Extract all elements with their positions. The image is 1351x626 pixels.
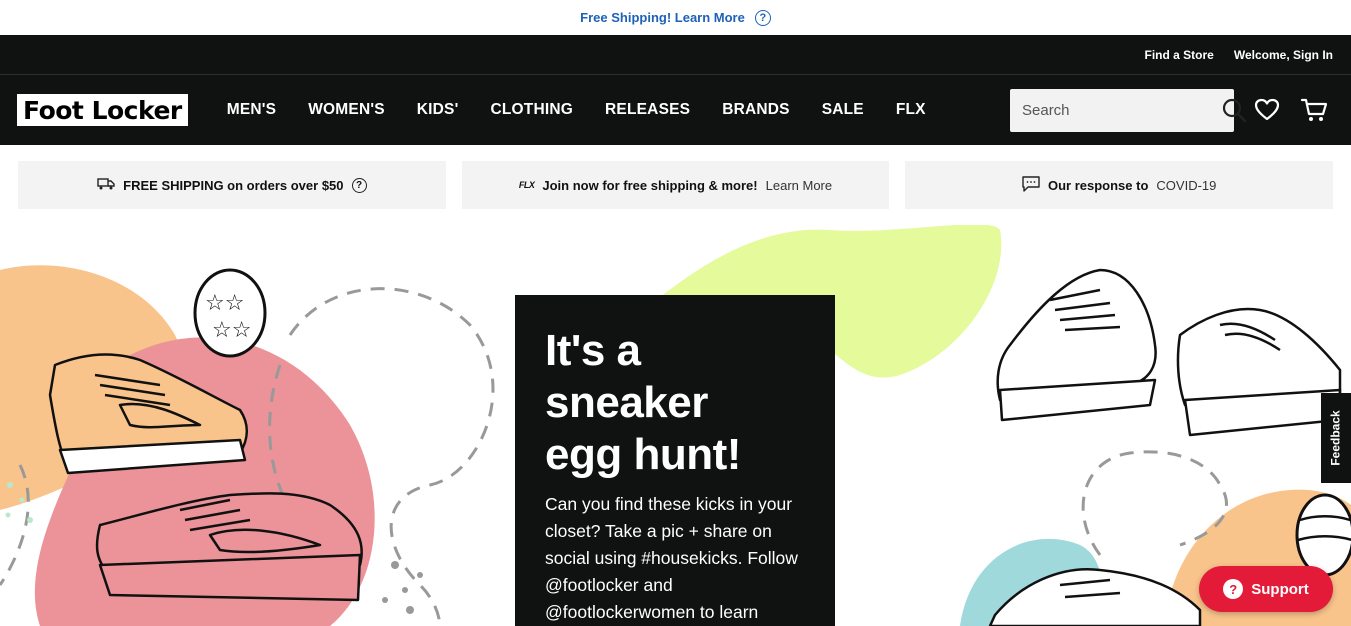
covid-link[interactable]: COVID-19 — [1156, 178, 1216, 193]
hero-text-card: It's a sneaker egg hunt! Can you find th… — [515, 295, 835, 626]
benefit-flx[interactable]: FLX Join now for free shipping & more! L… — [461, 161, 890, 209]
find-store-link[interactable]: Find a Store — [1145, 48, 1214, 62]
search-input[interactable] — [1022, 101, 1221, 119]
search-icon[interactable] — [1221, 97, 1247, 123]
nav-item-womens[interactable]: WOMEN'S — [308, 101, 385, 119]
decorative-dots — [382, 561, 423, 614]
hero-title-line: It's a — [545, 326, 641, 375]
egg-drawing: ☆☆ ☆☆ — [193, 268, 267, 358]
hero-title: It's a sneaker egg hunt! — [545, 325, 805, 481]
benefit-covid[interactable]: Our response to COVID-19 — [905, 161, 1334, 209]
benefit-label: Our response to — [1047, 177, 1149, 193]
nav-item-kids[interactable]: KIDS' — [417, 101, 459, 119]
egg-drawing — [1295, 493, 1351, 577]
nav-item-clothing[interactable]: CLOTHING — [490, 101, 573, 119]
sneaker-drawing — [996, 268, 1157, 422]
cart-icon[interactable] — [1300, 97, 1328, 123]
benefits-strip: FREE SHIPPING on orders over $50 ? FLX J… — [0, 145, 1351, 225]
svg-text:☆☆: ☆☆ — [205, 291, 244, 316]
sneaker-drawing — [1176, 307, 1342, 437]
nav-item-releases[interactable]: RELEASES — [605, 101, 690, 119]
search-box — [1010, 88, 1247, 132]
hero-description: Can you find these kicks in your closet?… — [545, 494, 798, 622]
main-nav: Foot Locker MEN'S WOMEN'S KIDS' CLOTHING… — [0, 75, 1351, 145]
header-actions — [1010, 88, 1334, 132]
benefit-free-shipping[interactable]: FREE SHIPPING on orders over $50 ? — [18, 161, 446, 209]
benefit-label: Join now for free shipping & more! — [542, 177, 758, 193]
nav-item-mens[interactable]: MEN'S — [227, 101, 276, 119]
nav-item-brands[interactable]: BRANDS — [722, 101, 790, 119]
foot-locker-logo[interactable]: Foot Locker — [17, 94, 188, 126]
nav-item-flx[interactable]: FLX — [896, 101, 926, 119]
feedback-label: Feedback — [1329, 410, 1344, 466]
feedback-tab[interactable]: Feedback — [1321, 393, 1351, 483]
flx-icon: FLX — [518, 180, 535, 190]
question-circle-icon[interactable]: ? — [351, 177, 367, 193]
promo-bar: Free Shipping! Learn More ? — [0, 0, 1351, 35]
hero-banner[interactable]: ☆☆ ☆☆ It's a sneaker egg hunt! Can you f… — [0, 225, 1351, 626]
question-circle-icon: ? — [1223, 579, 1244, 599]
category-nav: MEN'S WOMEN'S KIDS' CLOTHING RELEASES BR… — [227, 101, 926, 119]
svg-text:☆☆: ☆☆ — [212, 318, 251, 343]
free-shipping-link[interactable]: Free Shipping! Learn More — [580, 10, 745, 25]
nav-item-sale[interactable]: SALE — [822, 101, 864, 119]
chat-icon — [1022, 175, 1040, 195]
support-label: Support — [1251, 580, 1309, 598]
hero-title-line: egg hunt! — [545, 430, 741, 479]
support-button[interactable]: ? Support — [1199, 566, 1333, 612]
learn-more-link[interactable]: Learn More — [766, 178, 832, 193]
benefit-label: FREE SHIPPING on orders over $50 — [123, 177, 344, 193]
heart-icon[interactable] — [1254, 98, 1280, 122]
question-circle-icon[interactable]: ? — [754, 9, 771, 26]
truck-icon — [97, 177, 115, 193]
hero-title-line: sneaker — [545, 378, 708, 427]
sign-in-link[interactable]: Welcome, Sign In — [1234, 48, 1333, 62]
utility-bar: Find a Store Welcome, Sign In — [0, 35, 1351, 75]
